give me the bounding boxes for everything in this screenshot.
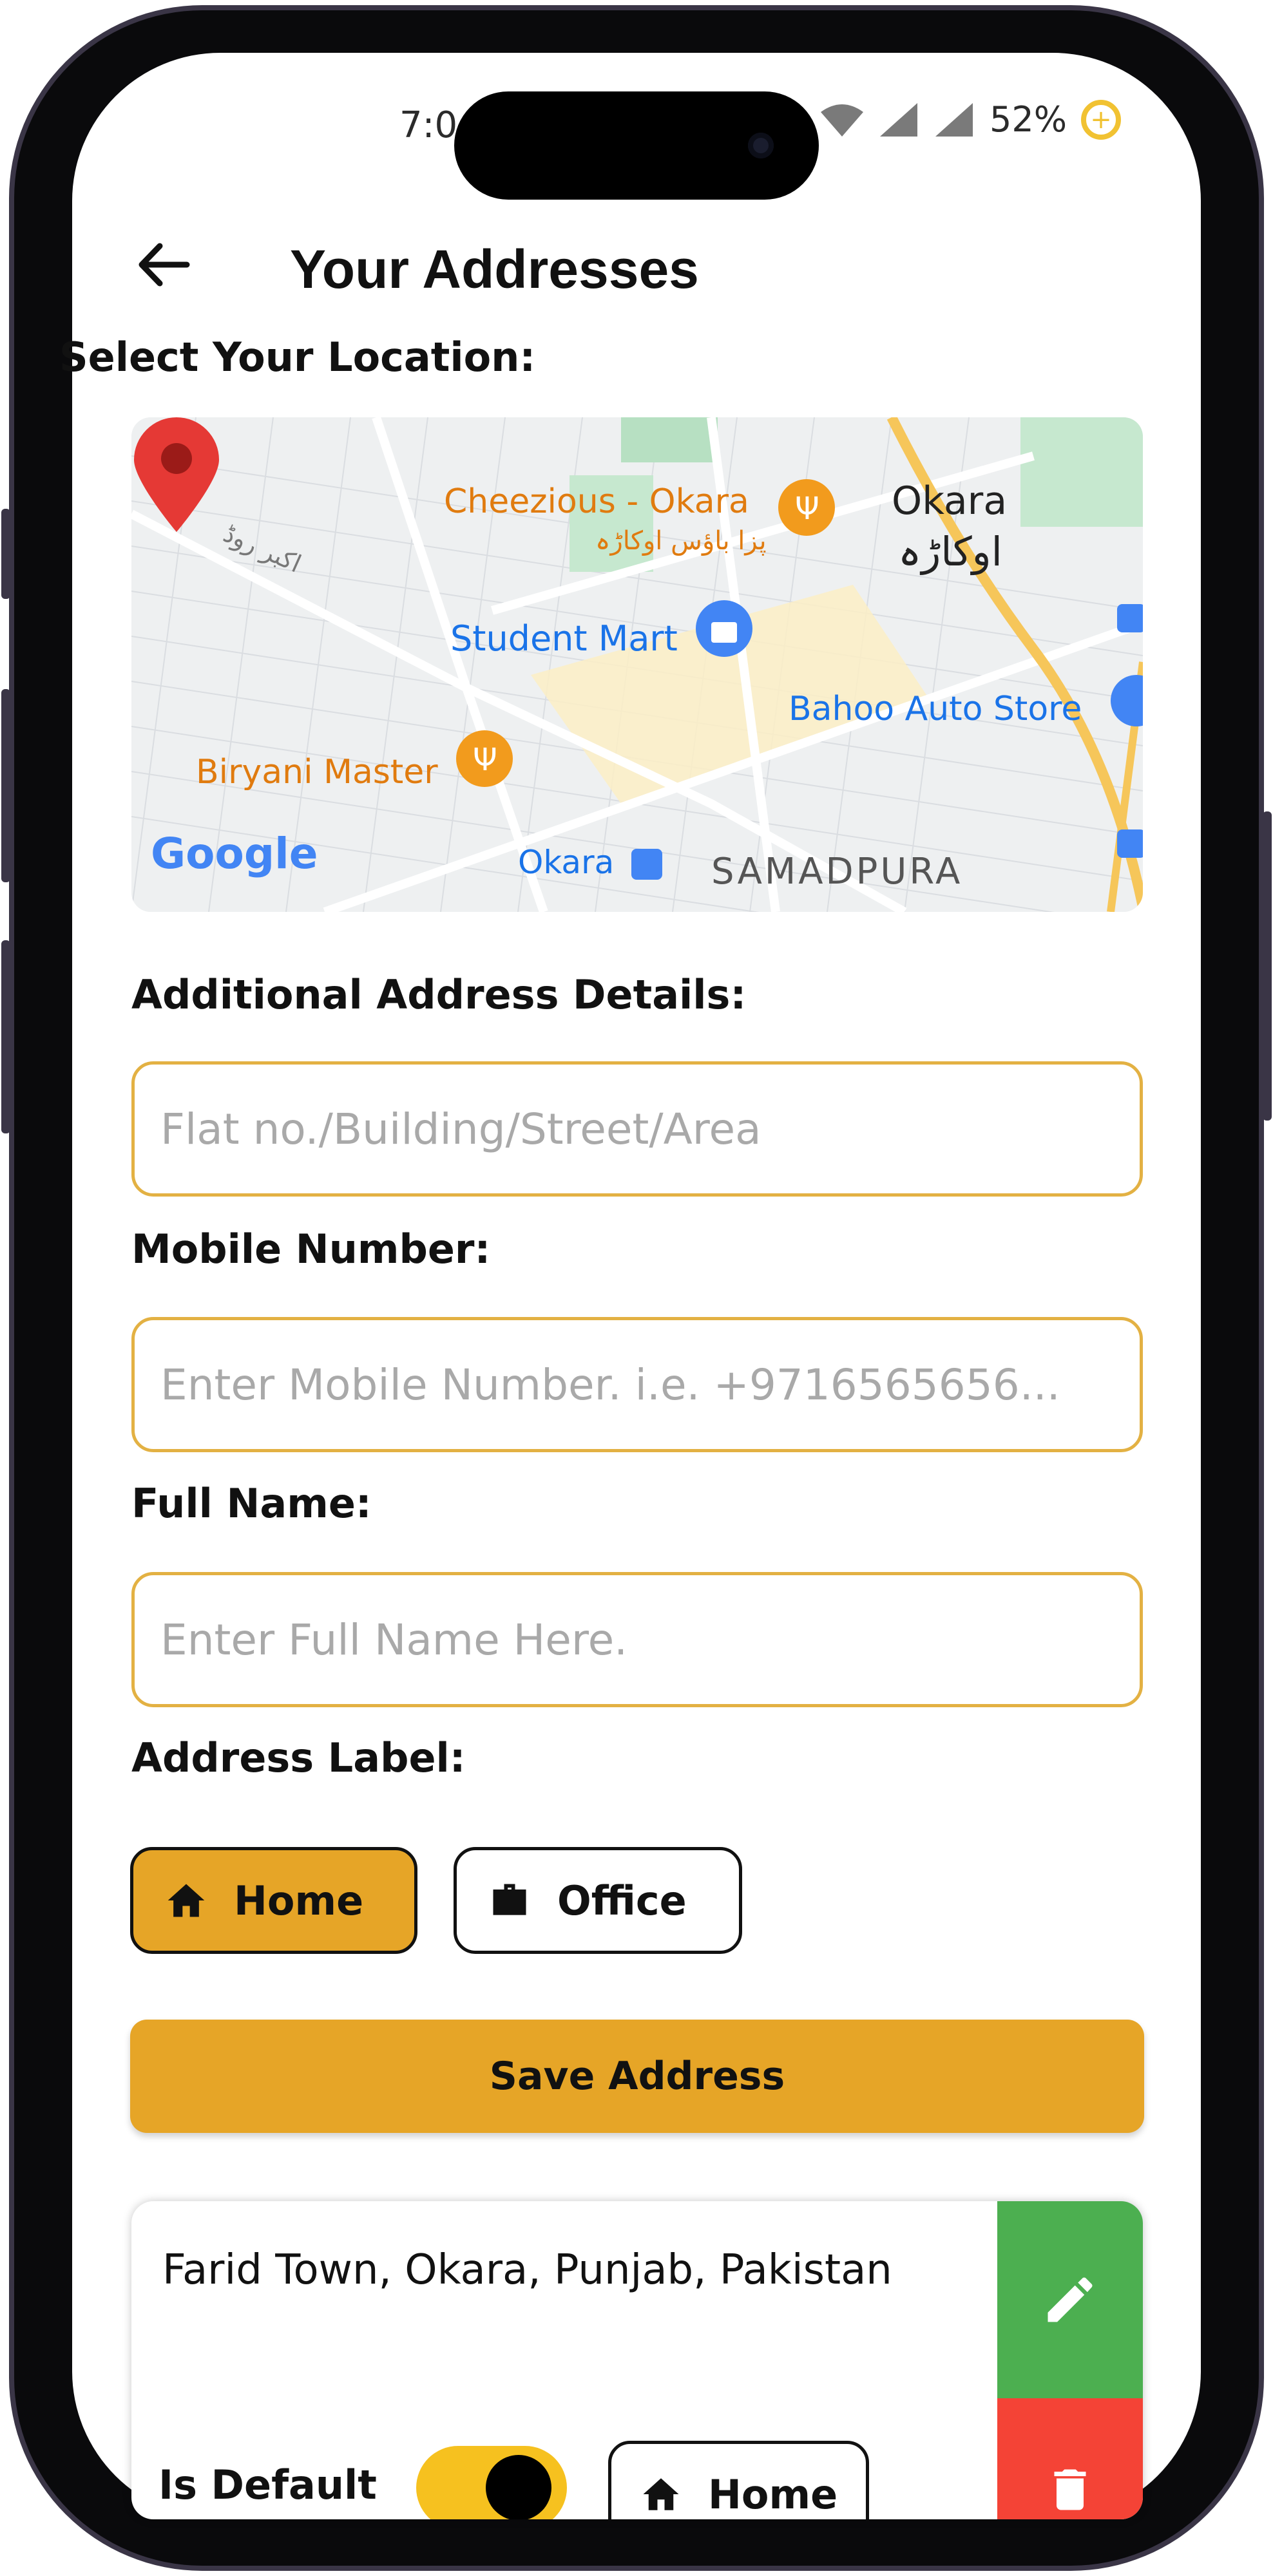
save-address-button[interactable]: Save Address: [130, 2020, 1144, 2133]
svg-text:Ψ: Ψ: [473, 742, 497, 778]
map-label-cheezious-urdu: پزا باؤس اوکاڑہ: [595, 526, 767, 556]
additional-details-input[interactable]: [131, 1061, 1143, 1197]
trash-icon: [1054, 2469, 1086, 2510]
map-label-bahoo: Bahoo Auto Store: [789, 690, 1082, 728]
edit-address-button[interactable]: [997, 2201, 1143, 2398]
additional-details-label: Additional Address Details:: [131, 971, 747, 1018]
mobile-number-label: Mobile Number:: [131, 1226, 491, 1273]
label-option-home-text: Home: [234, 1877, 364, 1924]
default-toggle-knob: [486, 2455, 551, 2519]
mobile-number-input[interactable]: [131, 1317, 1143, 1452]
saved-address-label-text: Home: [708, 2470, 838, 2518]
label-option-office-text: Office: [557, 1877, 687, 1924]
home-icon: [168, 1884, 205, 1917]
status-icons: 52% +: [819, 99, 1122, 140]
map-label-cheezious: Cheezious - Okara: [444, 482, 749, 521]
phone-power-button: [1263, 811, 1272, 1121]
svg-text:Ψ: Ψ: [795, 491, 819, 527]
address-label-heading: Address Label:: [131, 1734, 466, 1781]
wifi-icon: [821, 104, 863, 137]
phone-action-button: [1, 509, 10, 599]
app-header: Your Addresses: [135, 219, 1166, 309]
briefcase-icon: [493, 1884, 526, 1915]
saved-address-label-chip: Home: [608, 2441, 870, 2519]
map-label-biryani: Biryani Master: [196, 753, 438, 791]
full-name-input[interactable]: [131, 1572, 1143, 1707]
map-label-okara: Okara: [892, 478, 1007, 524]
label-option-office[interactable]: Office: [454, 1847, 742, 1954]
pencil-icon: [1048, 2277, 1093, 2322]
default-toggle[interactable]: [416, 2446, 567, 2519]
map-google-logo: Google: [151, 829, 318, 878]
phone-volume-down-button: [1, 940, 10, 1133]
home-icon-card: [643, 2478, 679, 2510]
map-label-okara-urdu: اوکاڑہ: [898, 528, 1002, 575]
map-label-student-mart: Student Mart: [450, 618, 678, 659]
map-graphic: اکبر روڈ Cheezious - Okara پزا باؤس اوکا…: [131, 417, 1143, 912]
battery-saver-icon: +: [1081, 99, 1122, 140]
camera-icon: [748, 133, 774, 158]
label-option-home[interactable]: Home: [130, 1847, 417, 1954]
full-name-label: Full Name:: [131, 1480, 372, 1527]
location-pin-icon[interactable]: [131, 417, 222, 533]
delete-address-button[interactable]: [997, 2398, 1143, 2519]
select-location-label: Select Your Location:: [59, 334, 536, 381]
saved-address-card: Farid Town, Okara, Punjab, Pakistan Is D…: [131, 2201, 1143, 2519]
phone-volume-up-button: [1, 689, 10, 882]
dynamic-island: [454, 91, 819, 200]
battery-percent: 52%: [990, 99, 1067, 140]
transit-icon: [1117, 604, 1143, 632]
is-default-label: Is Default: [158, 2461, 377, 2508]
map-label-okara-station: Okara: [518, 844, 614, 881]
map-label-samadpura: SAMADPURA: [711, 851, 962, 893]
signal-icon-2: [935, 102, 973, 137]
transit-icon-2: [1117, 829, 1143, 858]
status-time: 7:0: [399, 104, 458, 146]
saved-address-text: Farid Town, Okara, Punjab, Pakistan: [162, 2246, 892, 2294]
page-title: Your Addresses: [290, 239, 699, 299]
location-map[interactable]: اکبر روڈ Cheezious - Okara پزا باؤس اوکا…: [131, 417, 1143, 912]
back-arrow-icon[interactable]: [135, 242, 193, 287]
signal-icon: [880, 102, 917, 137]
train-station-icon: [631, 849, 662, 880]
